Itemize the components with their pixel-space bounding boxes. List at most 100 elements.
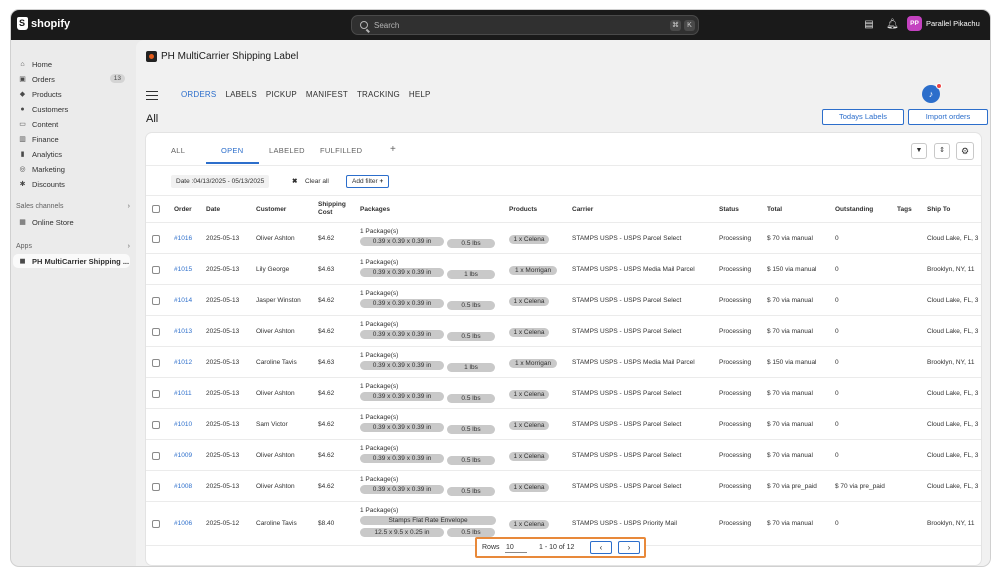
col-status[interactable]: Status — [719, 206, 739, 214]
outstanding-amount: 0 — [835, 421, 839, 428]
order-link[interactable]: #1016 — [174, 235, 192, 242]
row-checkbox[interactable] — [152, 359, 160, 367]
date-filter-chip[interactable]: Date :04/13/2025 - 05/13/2025 — [171, 175, 270, 188]
sidebar-item-home[interactable]: ⌂ Home — [13, 57, 130, 71]
sidebar-item-analytics[interactable]: ▮ Analytics — [13, 147, 130, 161]
page-title: All — [146, 113, 159, 125]
row-checkbox[interactable] — [152, 452, 160, 460]
tab-all[interactable]: ALL — [171, 146, 185, 155]
nav-labels[interactable]: LABELS — [225, 90, 256, 99]
sidebar-item-label: PH MultiCarrier Shipping ... — [32, 256, 130, 266]
order-link[interactable]: #1014 — [174, 297, 192, 304]
sidebar-item-finance[interactable]: ▥ Finance — [13, 132, 130, 146]
gear-icon[interactable]: ⚙ — [956, 142, 974, 160]
nav-pickup[interactable]: PICKUP — [266, 90, 297, 99]
ship-to-address: Cloud Lake, FL, 3 — [927, 452, 979, 459]
store-icon[interactable]: ▤ — [863, 19, 875, 31]
col-customer[interactable]: Customer — [256, 206, 286, 214]
notification-bell-icon[interactable]: 🔔︎ — [886, 19, 899, 31]
user-menu[interactable]: PP Parallel Pikachu — [907, 16, 980, 31]
app-notification-button[interactable]: ♪ — [922, 83, 942, 103]
search-bar[interactable]: Search ⌘ K — [351, 15, 699, 35]
hamburger-menu-icon[interactable] — [146, 91, 158, 100]
nav-help[interactable]: HELP — [409, 90, 431, 99]
col-products[interactable]: Products — [509, 206, 537, 214]
sidebar-item-customers[interactable]: ● Customers — [13, 102, 130, 116]
order-date: 2025-05-13 — [206, 235, 240, 242]
tab-fulfilled[interactable]: FULFILLED — [320, 146, 362, 155]
nav-manifest[interactable]: MANIFEST — [306, 90, 348, 99]
order-link[interactable]: #1015 — [174, 266, 192, 273]
order-link[interactable]: #1008 — [174, 483, 192, 490]
order-link[interactable]: #1012 — [174, 359, 192, 366]
sidebar-item-label: Customers — [32, 104, 69, 114]
row-checkbox[interactable] — [152, 235, 160, 243]
shipping-cost: $4.62 — [318, 390, 335, 397]
col-date[interactable]: Date — [206, 206, 220, 214]
select-all-checkbox[interactable] — [152, 205, 160, 213]
order-link[interactable]: #1013 — [174, 328, 192, 335]
nav-tracking[interactable]: TRACKING — [357, 90, 400, 99]
table-row[interactable]: #1013 2025-05-13 Oliver Ashton $4.62 1 Packa… — [146, 316, 981, 347]
shipping-cost: $4.62 — [318, 297, 335, 304]
order-link[interactable]: #1010 — [174, 421, 192, 428]
table-row[interactable]: #1008 2025-05-13 Oliver Ashton $4.62 1 Packa… — [146, 471, 981, 502]
package-dims-pill: 12.5 x 9.5 x 0.25 in — [360, 528, 444, 537]
col-ship-to[interactable]: Ship To — [927, 206, 950, 214]
col-outstanding[interactable]: Outstanding — [835, 206, 873, 214]
user-name: Parallel Pikachu — [926, 19, 980, 28]
table-row[interactable]: #1009 2025-05-13 Oliver Ashton $4.62 1 Packa… — [146, 440, 981, 471]
shipping-cost: $4.63 — [318, 266, 335, 273]
col-packages[interactable]: Packages — [360, 206, 390, 214]
chevron-right-icon[interactable]: › — [128, 243, 130, 250]
rows-per-page-input[interactable]: 10 — [505, 542, 527, 553]
sidebar-item-ph-multicarrier[interactable]: ◼ PH MultiCarrier Shipping ... — [13, 254, 130, 268]
row-checkbox[interactable] — [152, 328, 160, 336]
package-count: 1 Package(s) — [360, 290, 399, 297]
order-link[interactable]: #1011 — [174, 390, 192, 397]
clear-all-link[interactable]: Clear all — [300, 175, 334, 188]
order-total: $ 70 via manual — [767, 421, 813, 428]
add-filter-button[interactable]: Add filter + — [346, 175, 390, 188]
prev-page-button[interactable]: ‹ — [590, 541, 612, 554]
row-checkbox[interactable] — [152, 483, 160, 491]
row-checkbox[interactable] — [152, 266, 160, 274]
tab-open[interactable]: OPEN — [221, 146, 243, 155]
filter-funnel-icon[interactable]: ▼ — [911, 143, 927, 159]
col-shipping-cost[interactable]: Shipping Cost — [318, 201, 352, 217]
chevron-right-icon[interactable]: › — [128, 203, 130, 210]
table-row[interactable]: #1015 2025-05-13 Lily George $4.63 1 Package… — [146, 254, 981, 285]
table-row[interactable]: #1011 2025-05-13 Oliver Ashton $4.62 1 Packa… — [146, 378, 981, 409]
col-total[interactable]: Total — [767, 206, 782, 214]
add-filter-label: Add filter — [352, 178, 378, 185]
shopify-logo[interactable]: shopify — [17, 17, 70, 30]
col-carrier[interactable]: Carrier — [572, 206, 593, 214]
sidebar-item-content[interactable]: ▭ Content — [13, 117, 130, 131]
table-row[interactable]: #1010 2025-05-13 Sam Victor $4.62 1 Package(… — [146, 409, 981, 440]
row-checkbox[interactable] — [152, 297, 160, 305]
order-link[interactable]: #1006 — [174, 520, 192, 527]
col-order[interactable]: Order — [174, 206, 192, 214]
next-page-button[interactable]: › — [618, 541, 640, 554]
import-orders-button[interactable]: Import orders — [908, 109, 988, 125]
add-tab-button[interactable]: + — [390, 144, 396, 155]
nav-orders[interactable]: ORDERS — [181, 90, 216, 99]
sidebar-item-marketing[interactable]: ◎ Marketing — [13, 162, 130, 176]
ship-to-address: Cloud Lake, FL, 3 — [927, 328, 979, 335]
sidebar-item-orders[interactable]: ▣ Orders 13 — [13, 72, 130, 86]
table-row[interactable]: #1012 2025-05-13 Caroline Tavis $4.63 1 Pack… — [146, 347, 981, 378]
sidebar-item-products[interactable]: ◆ Products — [13, 87, 130, 101]
todays-labels-button[interactable]: Todays Labels — [822, 109, 904, 125]
tab-labeled[interactable]: LABELED — [269, 146, 305, 155]
sort-icon[interactable]: ⇕ — [934, 143, 950, 159]
row-checkbox[interactable] — [152, 520, 160, 528]
sidebar-item-online-store[interactable]: ▦ Online Store — [13, 215, 130, 229]
table-row[interactable]: #1014 2025-05-13 Jasper Winston $4.62 1 Pack… — [146, 285, 981, 316]
order-link[interactable]: #1009 — [174, 452, 192, 459]
table-row[interactable]: #1016 2025-05-13 Oliver Ashton $4.62 1 Packa… — [146, 223, 981, 254]
row-checkbox[interactable] — [152, 421, 160, 429]
package-dims-pill: 0.39 x 0.39 x 0.39 in — [360, 330, 444, 339]
col-tags[interactable]: Tags — [897, 206, 912, 214]
row-checkbox[interactable] — [152, 390, 160, 398]
sidebar-item-discounts[interactable]: ✱ Discounts — [13, 177, 130, 191]
